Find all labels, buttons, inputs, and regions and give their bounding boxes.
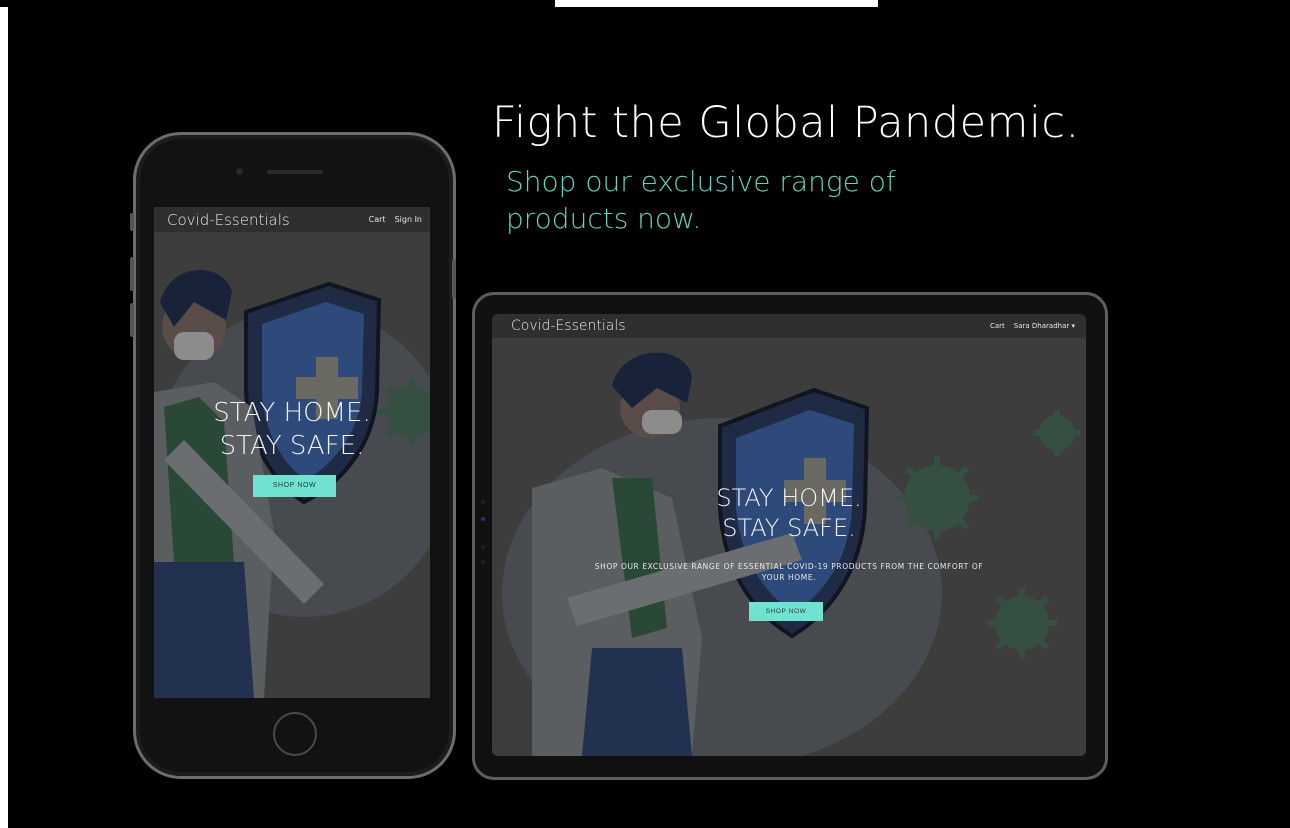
tablet-camera bbox=[481, 517, 485, 521]
tablet-hero-line2: STAY SAFE. bbox=[722, 514, 856, 542]
tablet-user-name: Sara Dharadhar bbox=[1013, 322, 1070, 330]
phone-mockup: Covid-Essentials Cart Sign In STAY HOME.… bbox=[130, 132, 456, 779]
tablet-user-menu[interactable]: Sara Dharadhar ▾ bbox=[1014, 322, 1075, 330]
phone-volume-down bbox=[130, 303, 134, 337]
tablet-mockup: Covid-Essentials Cart Sara Dharadhar ▾ S… bbox=[472, 292, 1108, 780]
doctor-illustration bbox=[154, 232, 430, 698]
tablet-brand-logo[interactable]: Covid-Essentials bbox=[511, 318, 626, 334]
phone-speaker bbox=[267, 170, 323, 174]
phone-camera bbox=[236, 168, 243, 175]
doctor-illustration bbox=[492, 338, 1086, 756]
phone-nav-signin[interactable]: Sign In bbox=[395, 215, 422, 224]
page-headline: Fight the Global Pandemic. bbox=[492, 98, 1080, 148]
tablet-navbar: Covid-Essentials Cart Sara Dharadhar ▾ bbox=[492, 314, 1086, 338]
phone-brand-logo[interactable]: Covid-Essentials bbox=[167, 211, 290, 229]
tablet-sensor bbox=[481, 560, 485, 564]
phone-hero-line1: STAY HOME. bbox=[213, 398, 371, 428]
top-border-right bbox=[878, 0, 1290, 7]
tablet-hero-description: SHOP OUR EXCLUSIVE RANGE OF ESSENTIAL CO… bbox=[594, 562, 984, 582]
phone-volume-up bbox=[130, 257, 134, 291]
tablet-screen: Covid-Essentials Cart Sara Dharadhar ▾ S… bbox=[492, 314, 1086, 756]
phone-power-button bbox=[452, 259, 456, 299]
tablet-shop-now-button[interactable]: SHOP NOW bbox=[749, 602, 823, 621]
top-border-left bbox=[0, 0, 555, 7]
phone-hero-title: STAY HOME. STAY SAFE. bbox=[154, 397, 430, 463]
tablet-hero-line1: STAY HOME. bbox=[716, 484, 862, 512]
phone-side-button bbox=[130, 213, 134, 231]
phone-shop-now-button[interactable]: SHOP NOW bbox=[253, 475, 336, 497]
tablet-sensor bbox=[481, 545, 485, 549]
phone-hero-line2: STAY SAFE. bbox=[219, 431, 365, 461]
phone-screen: Covid-Essentials Cart Sign In STAY HOME.… bbox=[154, 207, 430, 698]
dropdown-caret-icon: ▾ bbox=[1071, 322, 1075, 330]
phone-navbar: Covid-Essentials Cart Sign In bbox=[154, 207, 430, 232]
phone-home-button[interactable] bbox=[273, 712, 317, 756]
page-subheadline: Shop our exclusive range of products now… bbox=[506, 165, 896, 235]
tablet-sensor bbox=[481, 500, 485, 504]
phone-nav-cart[interactable]: Cart bbox=[369, 215, 386, 224]
tablet-hero-title: STAY HOME. STAY SAFE. bbox=[492, 483, 1086, 543]
tablet-nav-cart[interactable]: Cart bbox=[990, 322, 1005, 330]
